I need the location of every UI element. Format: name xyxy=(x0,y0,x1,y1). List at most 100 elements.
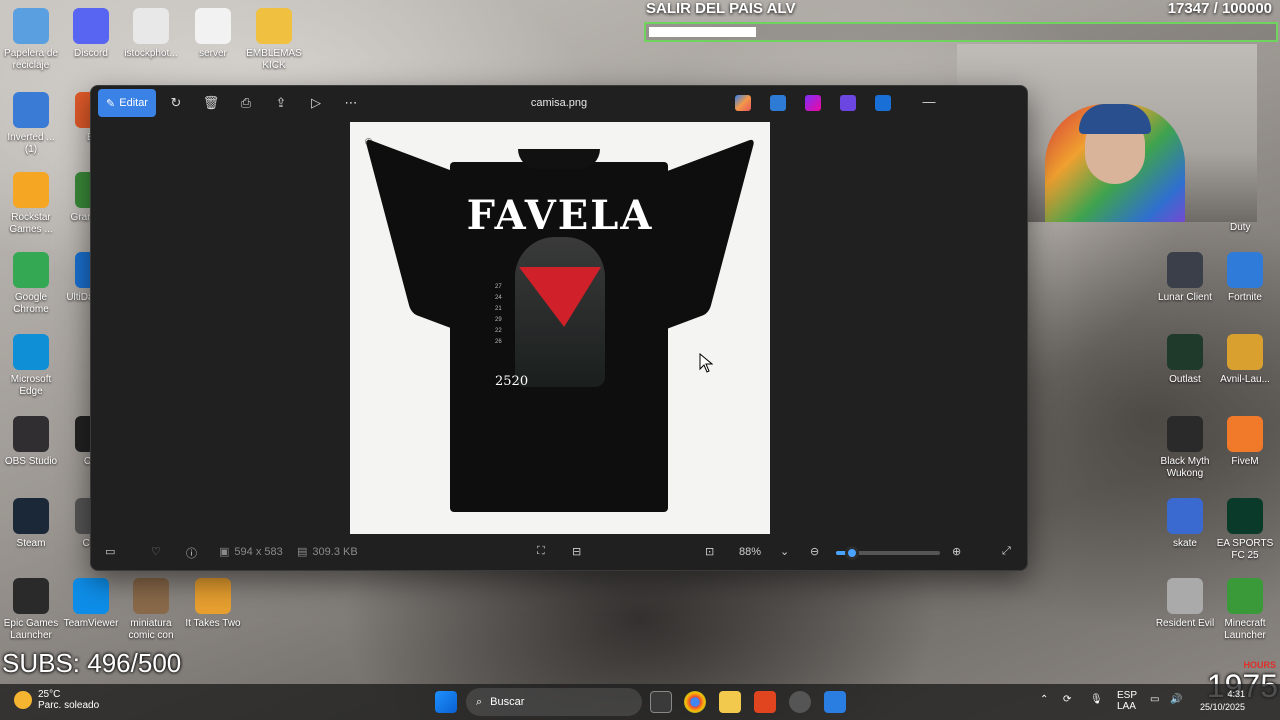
search-placeholder: Buscar xyxy=(490,696,525,708)
desktop-shortcut[interactable]: Rockstar Games ... xyxy=(0,172,62,236)
lunar-client-icon xyxy=(1167,252,1203,288)
stream-icon[interactable] xyxy=(840,95,856,111)
recycle-bin-icon xyxy=(13,8,49,44)
network-icon[interactable]: ▭ xyxy=(1150,694,1159,705)
zoom-out-icon[interactable]: ⊖ xyxy=(810,545,819,558)
sync-icon[interactable]: ⟳ xyxy=(1063,694,1071,705)
desktop-shortcut[interactable]: Papelera de reciclaje xyxy=(0,8,62,72)
desktop-shortcut-label: It Takes Two xyxy=(185,618,241,629)
height-marker: 29 xyxy=(495,317,502,323)
more-icon[interactable]: ⋯ xyxy=(342,94,360,112)
compare-icon[interactable]: ⊟ xyxy=(572,545,581,558)
desktop-shortcut[interactable]: istockphot... xyxy=(120,8,182,60)
filesize-info: ▤ 309.3 KB xyxy=(297,545,358,559)
desktop-shortcut[interactable]: Black Myth Wukong xyxy=(1154,416,1216,480)
microphone-icon[interactable]: 🎙 xyxy=(1090,694,1103,705)
fit-to-window-icon[interactable]: ⊡ xyxy=(705,545,714,558)
desktop-shortcut[interactable]: Inverted ... (1) xyxy=(0,92,62,156)
desktop-shortcut-label: EMBLEMAS KICK xyxy=(246,48,302,71)
info-icon[interactable]: ⓘ xyxy=(186,545,197,561)
desktop-shortcut-label: Avnil-Lau... xyxy=(1220,374,1270,385)
desktop-shortcut[interactable]: Resident Evil xyxy=(1154,578,1216,630)
print-icon[interactable]: ⎙ xyxy=(237,94,255,112)
desktop-shortcut-label: Steam xyxy=(16,538,46,549)
fivem-icon xyxy=(1227,416,1263,452)
delete-icon[interactable]: 🗑 xyxy=(202,94,220,112)
zoom-in-icon[interactable]: ⊕ xyxy=(952,545,961,558)
shirt-year-text: 2520 xyxy=(495,374,529,389)
weather-temp: 25°C xyxy=(38,689,61,700)
share-icon[interactable]: ⇪ xyxy=(272,94,290,112)
minimize-button[interactable]: — xyxy=(919,94,939,109)
desktop-shortcut-label: Discord xyxy=(74,48,108,59)
slideshow-icon[interactable]: ▷ xyxy=(307,94,325,112)
desktop-shortcut[interactable]: Lunar Client xyxy=(1154,252,1216,304)
task-view-icon[interactable] xyxy=(650,691,672,713)
desktop-shortcut-label: Papelera de reciclaje xyxy=(4,48,58,71)
desktop-shortcut[interactable]: TeamViewer xyxy=(60,578,122,630)
desktop-shortcut[interactable]: OBS Studio xyxy=(0,416,62,468)
streamer-cap xyxy=(1079,104,1151,134)
desktop-shortcut[interactable]: miniatura comic con xyxy=(120,578,182,642)
desktop-shortcut[interactable]: FiveM xyxy=(1214,416,1276,468)
chrome-taskbar-icon[interactable] xyxy=(684,691,706,713)
desktop-shortcut[interactable]: skate xyxy=(1154,498,1216,550)
edit-icon: ✎ xyxy=(106,97,116,110)
language-indicator[interactable]: ESP LAA xyxy=(1117,690,1137,712)
onedrive-icon[interactable] xyxy=(875,95,891,111)
edit-button[interactable]: ✎ Editar xyxy=(98,89,156,117)
favorite-icon[interactable]: ♡ xyxy=(151,545,161,558)
desktop-shortcut[interactable]: Minecraft Launcher xyxy=(1214,578,1276,642)
goal-progress-fill xyxy=(649,27,756,37)
fullscreen-icon[interactable]: ⤢ xyxy=(1002,545,1011,558)
copilot-icon[interactable] xyxy=(735,95,751,111)
dimensions-info: ▣ 594 x 583 xyxy=(219,545,283,559)
subs-counter: SUBS: 496/500 xyxy=(2,648,182,678)
desktop-shortcut-label: Black Myth Wukong xyxy=(1160,456,1210,479)
zoom-select[interactable]: 88% ⌄ xyxy=(739,545,790,559)
outlast-icon xyxy=(1167,334,1203,370)
it-takes-two-icon xyxy=(195,578,231,614)
desktop-shortcut[interactable]: Epic Games Launcher xyxy=(0,578,62,642)
desktop-shortcut[interactable]: Avnil-Lau... xyxy=(1214,334,1276,386)
desktop-shortcut[interactable]: Fortnite xyxy=(1214,252,1276,304)
brave-icon[interactable] xyxy=(754,691,776,713)
clock[interactable]: 4:31 25/10/2025 xyxy=(1200,688,1245,714)
filmstrip-icon[interactable]: ▭ xyxy=(105,545,115,558)
desktop-shortcut[interactable]: EA SPORTS FC 25 xyxy=(1214,498,1276,562)
search-input[interactable]: ⌕ Buscar xyxy=(466,688,642,716)
rotate-icon[interactable]: ↻ xyxy=(167,94,185,112)
desktop-shortcut[interactable]: It Takes Two xyxy=(182,578,244,630)
photos-taskbar-icon[interactable] xyxy=(824,691,846,713)
desktop-shortcut[interactable]: Discord xyxy=(60,8,122,60)
image-canvas[interactable]: ⊕ FAVELA 272421292226 2520 xyxy=(350,122,770,534)
clock-time: 4:31 xyxy=(1227,689,1246,699)
clipchamp-icon[interactable] xyxy=(805,95,821,111)
taskbar: 25°C Parc. soleado ⌕ Buscar ⌃ ⟳ 🎙 ESP LA… xyxy=(0,684,1280,720)
zoom-slider[interactable] xyxy=(836,546,940,560)
zoom-value: 88% xyxy=(739,545,762,558)
desktop-shortcut[interactable]: Google Chrome xyxy=(0,252,62,316)
image-file-icon xyxy=(133,578,169,614)
desktop-shortcut[interactable]: Steam xyxy=(0,498,62,550)
designer-icon[interactable] xyxy=(770,95,786,111)
crop-icon[interactable]: ⛶ xyxy=(537,545,545,558)
zoom-slider-knob[interactable] xyxy=(844,546,859,560)
file-explorer-icon[interactable] xyxy=(719,691,741,713)
chevron-up-icon[interactable]: ⌃ xyxy=(1040,694,1048,705)
chevron-down-icon: ⌄ xyxy=(780,546,790,558)
steam-icon xyxy=(13,498,49,534)
weather-widget[interactable]: 25°C Parc. soleado xyxy=(14,689,99,711)
chrome-icon xyxy=(13,252,49,288)
desktop-shortcut[interactable]: Outlast xyxy=(1154,334,1216,386)
app-taskbar-icon[interactable] xyxy=(789,691,811,713)
desktop-shortcut[interactable]: Microsoft Edge xyxy=(0,334,62,398)
filesize-icon: ▤ xyxy=(297,546,308,558)
desktop-shortcut[interactable]: EMBLEMAS KICK xyxy=(243,8,305,72)
desktop-shortcut[interactable]: server xyxy=(182,8,244,60)
height-marker: 27 xyxy=(495,284,502,290)
desktop-shortcut-label: OBS Studio xyxy=(4,456,58,467)
desktop-shortcut-label: skate xyxy=(1173,538,1197,549)
start-icon[interactable] xyxy=(435,691,457,713)
volume-icon[interactable]: 🔊 xyxy=(1170,694,1182,705)
